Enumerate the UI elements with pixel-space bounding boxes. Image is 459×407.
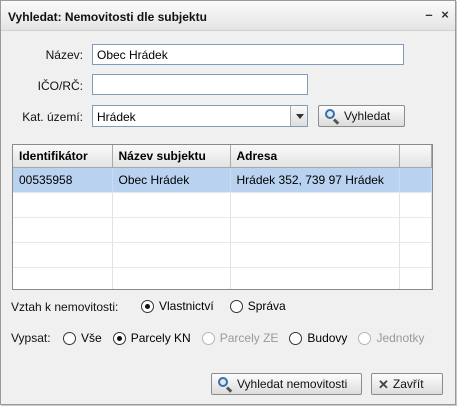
radio-budovy[interactable]: Budovy [289, 331, 347, 345]
results-grid[interactable]: Identifikátor Název subjektu Adresa 0053… [12, 144, 433, 290]
table-row[interactable]: 00535958 Obec Hrádek Hrádek 352, 739 97 … [13, 167, 432, 193]
close-icon: ✕ [378, 376, 389, 392]
radio-vlastnictvi[interactable]: Vlastnictví [141, 299, 214, 313]
vypsat-radio-group: Vše Parcely KN Parcely ZE Budovy Jednotk… [63, 331, 435, 345]
column-header-adresa[interactable]: Adresa [230, 145, 400, 168]
dialog-title: Vyhledat: Nemovitosti dle subjektu [8, 10, 207, 24]
radio-dot [112, 331, 126, 345]
vypsat-label: Vypsat: [11, 331, 51, 345]
search-properties-button[interactable]: Vyhledat nemovitosti [211, 373, 362, 395]
nazev-input[interactable] [92, 44, 404, 65]
radio-sprava[interactable]: Správa [229, 299, 286, 313]
ico-label: IČO/RČ: [37, 79, 83, 93]
empty-row [13, 192, 432, 218]
radio-parcely-kn-label: Parcely KN [130, 331, 191, 345]
radio-dot [289, 331, 303, 345]
radio-dot [201, 331, 215, 345]
close-window-button[interactable]: × [438, 8, 452, 22]
title-bar[interactable]: Vyhledat: Nemovitosti dle subjektu – × [1, 1, 455, 31]
vztah-label: Vztah k nemovitosti: [11, 300, 119, 314]
search-icon [218, 376, 233, 393]
radio-dot [358, 331, 372, 345]
column-header-empty [399, 145, 432, 168]
radio-parcely-kn[interactable]: Parcely KN [112, 331, 191, 345]
minimize-button[interactable]: – [422, 8, 436, 22]
search-button-label: Vyhledat [344, 109, 391, 123]
radio-dot [229, 299, 243, 313]
column-header-nazev-subjektu[interactable]: Název subjektu [112, 145, 231, 168]
cell-adresa: Hrádek 352, 739 97 Hrádek [230, 167, 400, 193]
close-button-label: Zavřít [392, 377, 424, 391]
empty-row [13, 217, 432, 243]
empty-row [13, 242, 432, 268]
ico-input[interactable] [92, 74, 308, 95]
dialog-window: Vyhledat: Nemovitosti dle subjektu – × N… [0, 0, 456, 405]
katuzemi-value: Hrádek [97, 110, 136, 124]
radio-vse[interactable]: Vše [63, 331, 102, 345]
radio-parcely-ze-label: Parcely ZE [219, 331, 279, 345]
radio-dot [141, 299, 154, 313]
radio-sprava-label: Správa [247, 299, 286, 313]
close-button[interactable]: ✕ Zavřít [371, 373, 443, 395]
grid-header-row: Identifikátor Název subjektu Adresa [13, 145, 432, 168]
radio-dot [63, 331, 76, 345]
column-header-identifikator[interactable]: Identifikátor [13, 145, 113, 168]
radio-budovy-label: Budovy [307, 331, 348, 345]
chevron-down-icon[interactable] [290, 106, 307, 126]
katuzemi-label: Kat. území: [22, 110, 83, 124]
radio-vse-label: Vše [81, 331, 102, 345]
radio-parcely-ze: Parcely ZE [201, 331, 279, 345]
nazev-label: Název: [45, 48, 83, 62]
vztah-radio-group: Vlastnictví Správa [141, 299, 297, 313]
empty-row [13, 267, 432, 289]
radio-jednotky-label: Jednotky [376, 331, 425, 345]
search-button[interactable]: Vyhledat [318, 105, 405, 127]
cell-identifikator: 00535958 [13, 167, 113, 193]
search-properties-button-label: Vyhledat nemovitosti [237, 377, 348, 391]
katuzemi-select[interactable]: Hrádek [92, 105, 308, 127]
cell-empty [399, 167, 432, 193]
radio-vlastnictvi-label: Vlastnictví [159, 299, 214, 313]
search-icon [325, 108, 340, 125]
radio-jednotky: Jednotky [358, 331, 424, 345]
cell-nazev-subjektu: Obec Hrádek [112, 167, 231, 193]
